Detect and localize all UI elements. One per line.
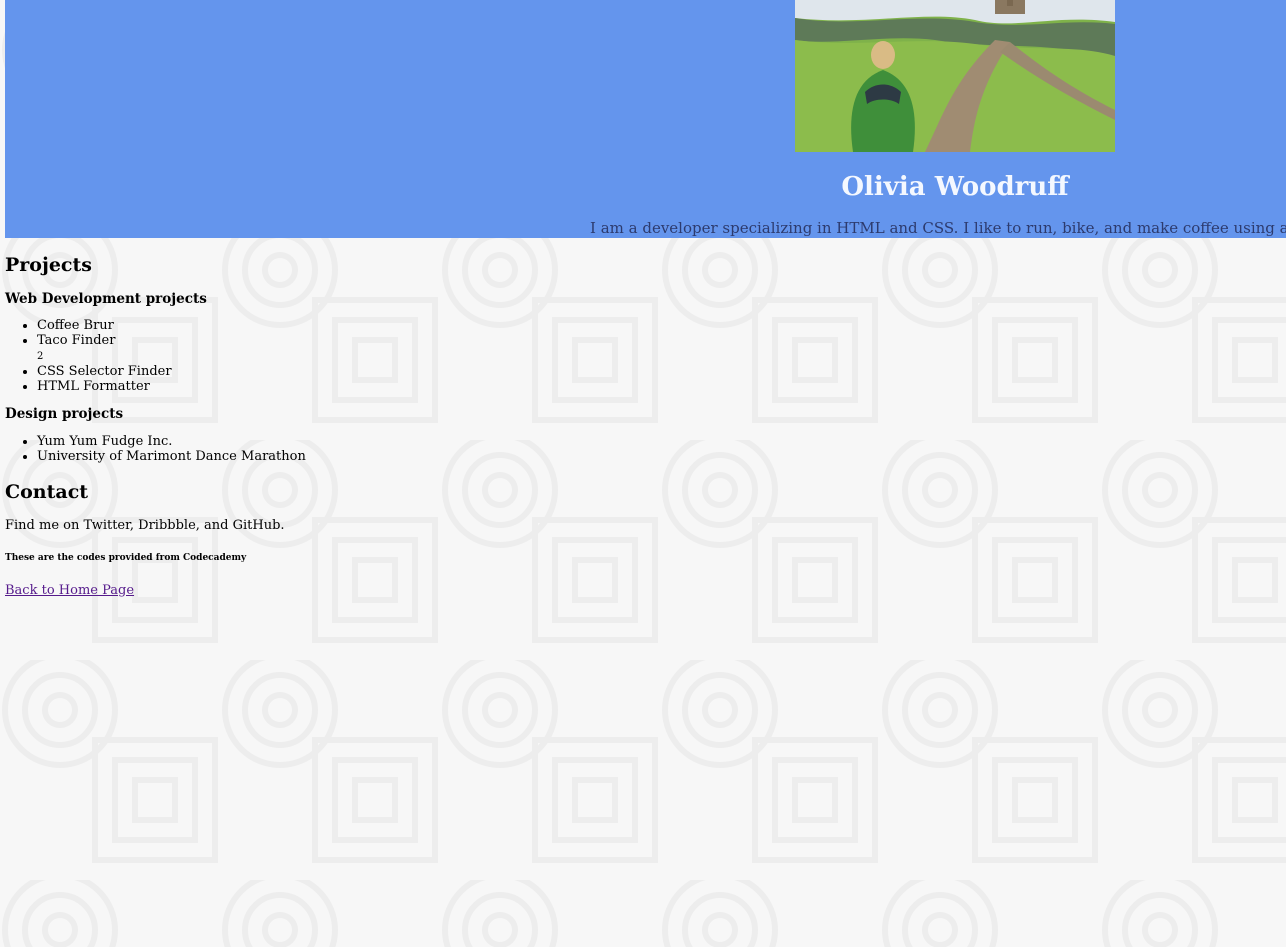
projects-heading: Projects bbox=[5, 254, 92, 276]
design-projects-list: Yum Yum Fudge Inc. University of Marimon… bbox=[5, 434, 306, 464]
header-banner: Olivia Woodruff I am a developer special… bbox=[5, 0, 1286, 238]
back-to-home-link[interactable]: Back to Home Page bbox=[5, 582, 134, 600]
contact-text: Find me on Twitter, Dribbble, and GitHub… bbox=[5, 518, 285, 533]
list-item: Taco Finder 2 bbox=[37, 333, 172, 364]
web-projects-heading: Web Development projects bbox=[5, 291, 207, 307]
list-item: Yum Yum Fudge Inc. bbox=[37, 434, 306, 449]
contact-heading: Contact bbox=[5, 481, 89, 503]
profile-photo bbox=[795, 0, 1115, 152]
list-item: CSS Selector Finder bbox=[37, 364, 172, 379]
list-item: Coffee Brur bbox=[37, 318, 172, 333]
web-projects-list: Coffee Brur Taco Finder 2 CSS Selector F… bbox=[5, 318, 172, 394]
credit-note: These are the codes provided from Codeca… bbox=[5, 553, 247, 563]
list-item-subtext: 2 bbox=[37, 351, 44, 362]
bio-text: I am a developer specializing in HTML an… bbox=[590, 219, 1286, 237]
list-item: HTML Formatter bbox=[37, 379, 172, 394]
list-item: University of Marimont Dance Marathon bbox=[37, 449, 306, 464]
page-title: Olivia Woodruff bbox=[841, 172, 1069, 202]
design-projects-heading: Design projects bbox=[5, 406, 124, 422]
list-item-label: Taco Finder bbox=[37, 333, 116, 348]
